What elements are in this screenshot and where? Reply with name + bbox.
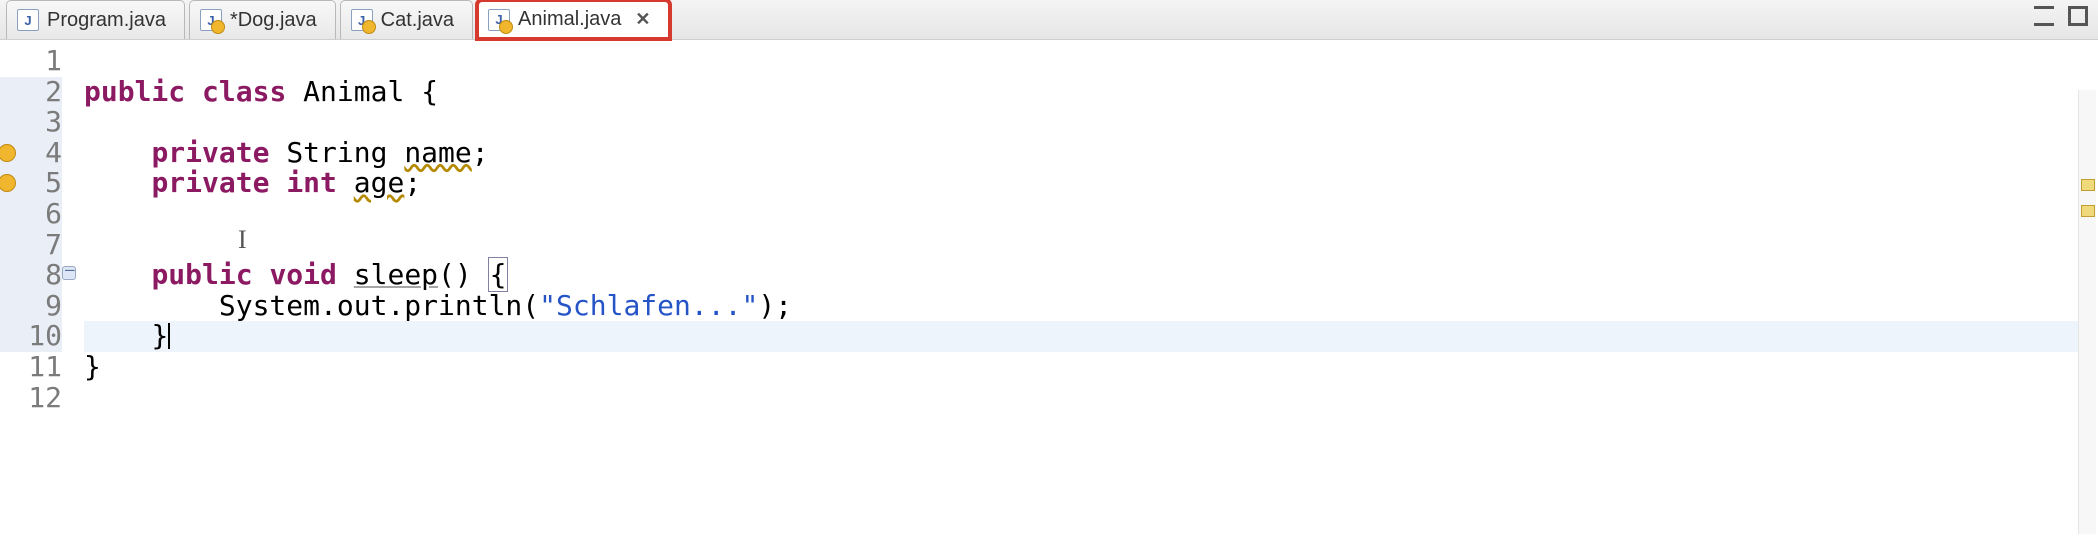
close-tab-icon[interactable]: ✕: [635, 9, 650, 30]
code-line[interactable]: System.out.println("Schlafen...");: [84, 291, 2098, 322]
minimize-view-icon[interactable]: [2034, 6, 2054, 26]
java-file-icon: J: [200, 9, 222, 31]
tab-dogjava[interactable]: J *Dog.java: [189, 0, 336, 39]
tab-animaljava[interactable]: J Animal.java ✕: [477, 0, 669, 39]
line-number: 8: [0, 260, 62, 291]
text-caret: [168, 323, 170, 349]
tab-label: Program.java: [47, 9, 166, 32]
line-number: 6: [0, 199, 62, 230]
line-number: 2: [0, 77, 62, 108]
mouse-ibeam-cursor: I: [238, 226, 247, 255]
code-area[interactable]: public class Animal { private String nam…: [72, 40, 2098, 544]
tab-label: Animal.java: [518, 8, 621, 31]
line-number: 11: [0, 352, 62, 383]
window-controls: [2034, 6, 2088, 26]
line-number: 7: [0, 230, 62, 261]
code-line[interactable]: public class Animal {: [84, 77, 2098, 108]
code-line[interactable]: [84, 107, 2098, 138]
code-line[interactable]: [84, 383, 2098, 414]
line-number: 12: [0, 383, 62, 414]
warning-marker-icon[interactable]: [0, 144, 16, 162]
line-number: 9: [0, 291, 62, 322]
line-number: 1: [0, 46, 62, 77]
code-line[interactable]: private int age;: [84, 168, 2098, 199]
editor-tabbar: J Program.java J *Dog.java J Cat.java J Animal.…: [0, 0, 2098, 40]
maximize-view-icon[interactable]: [2068, 6, 2088, 26]
line-number-gutter: 123456789101112: [0, 40, 72, 544]
ruler-warning-marker[interactable]: [2081, 205, 2095, 217]
tab-label: *Dog.java: [230, 9, 317, 32]
line-number: 3: [0, 107, 62, 138]
java-file-icon: J: [351, 9, 373, 31]
warning-marker-icon[interactable]: [0, 174, 16, 192]
tab-catjava[interactable]: J Cat.java: [340, 0, 473, 39]
code-line[interactable]: [84, 230, 2098, 261]
line-number: 10: [0, 321, 62, 352]
java-file-icon: J: [17, 9, 39, 31]
java-file-icon: J: [488, 9, 510, 31]
code-line[interactable]: [84, 199, 2098, 230]
line-number: 5: [0, 168, 62, 199]
code-line[interactable]: }: [84, 321, 2094, 352]
code-line[interactable]: public void sleep() {: [84, 260, 2098, 291]
ruler-warning-marker[interactable]: [2081, 179, 2095, 191]
code-line[interactable]: private String name;: [84, 138, 2098, 169]
code-line[interactable]: [84, 46, 2098, 77]
line-number: 4: [0, 138, 62, 169]
code-editor[interactable]: 123456789101112 public class Animal { pr…: [0, 40, 2098, 544]
tab-label: Cat.java: [381, 9, 454, 32]
code-line[interactable]: }: [84, 352, 2098, 383]
tab-programjava[interactable]: J Program.java: [6, 0, 185, 39]
overview-ruler[interactable]: [2078, 90, 2096, 534]
